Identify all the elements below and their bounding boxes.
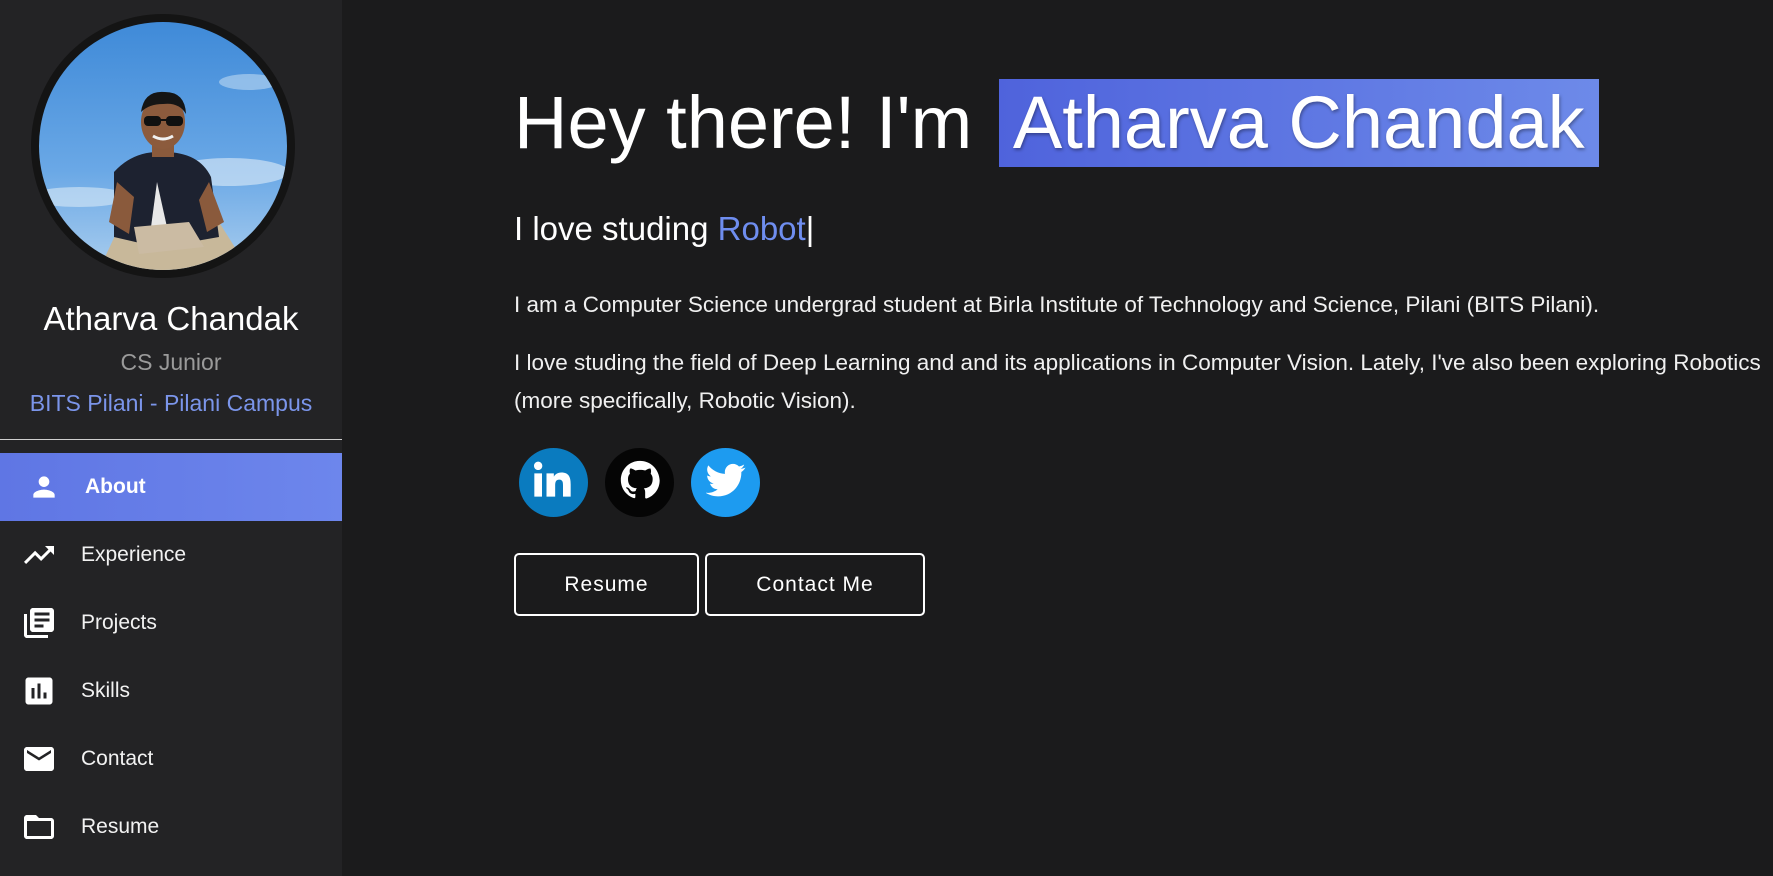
twitter-icon: [705, 460, 746, 505]
typing-prefix: I love studing: [514, 210, 709, 247]
social-links: [519, 448, 760, 517]
mail-icon: [21, 741, 57, 777]
sidebar-item-label: Projects: [81, 611, 157, 634]
avatar: [39, 22, 287, 270]
github-icon: [620, 460, 660, 505]
linkedin-icon: [533, 460, 574, 505]
sidebar-item-contact[interactable]: Contact: [0, 725, 342, 793]
twitter-link[interactable]: [691, 448, 760, 517]
sidebar-item-projects[interactable]: Projects: [0, 589, 342, 657]
action-buttons: Resume Contact Me: [514, 553, 925, 616]
sidebar-item-label: Resume: [81, 815, 160, 838]
folder-icon: [21, 809, 57, 845]
resume-button[interactable]: Resume: [514, 553, 699, 616]
profile-school: BITS Pilani - Pilani Campus: [29, 390, 313, 416]
hero-name-highlight: Atharva Chandak: [998, 79, 1599, 167]
typing-caret: |: [805, 210, 815, 247]
typing-line: I love studing Robot|: [514, 210, 814, 248]
main-content: Hey there! I'm Atharva Chandak I love st…: [514, 0, 1764, 876]
sidebar-item-experience[interactable]: Experience: [0, 521, 342, 589]
profile-role: CS Junior: [120, 349, 222, 375]
person-icon: [26, 469, 62, 505]
github-link[interactable]: [605, 448, 674, 517]
sidebar-item-resume[interactable]: Resume: [0, 793, 342, 861]
sidebar-item-label: Contact: [81, 747, 154, 770]
avatar-frame: [31, 14, 295, 278]
hero-headline: Hey there! I'm Atharva Chandak: [514, 78, 1599, 168]
linkedin-link[interactable]: [519, 448, 588, 517]
bio-paragraph: I love studing the field of Deep Learnin…: [514, 350, 1761, 413]
library-books-icon: [21, 605, 57, 641]
bio-paragraph: I am a Computer Science undergrad studen…: [514, 292, 1600, 317]
sidebar: Atharva Chandak CS Junior BITS Pilani - …: [0, 0, 342, 876]
sidebar-item-about[interactable]: About: [0, 453, 342, 521]
contact-me-button[interactable]: Contact Me: [705, 553, 925, 616]
trending-up-icon: [21, 537, 57, 573]
sidebar-item-label: About: [85, 475, 146, 498]
profile-photo: [39, 22, 287, 270]
sidebar-item-label: Experience: [81, 543, 187, 566]
sidebar-item-skills[interactable]: Skills: [0, 657, 342, 725]
sidebar-item-label: Skills: [81, 679, 131, 702]
sidebar-divider: [0, 439, 342, 440]
sidebar-nav: About Experience Projects Skills Contact: [0, 453, 342, 861]
bar-chart-icon: [21, 673, 57, 709]
hero-greeting: Hey there! I'm: [514, 81, 973, 164]
profile-name: Atharva Chandak: [43, 300, 299, 337]
typing-word: Robot: [717, 210, 806, 247]
